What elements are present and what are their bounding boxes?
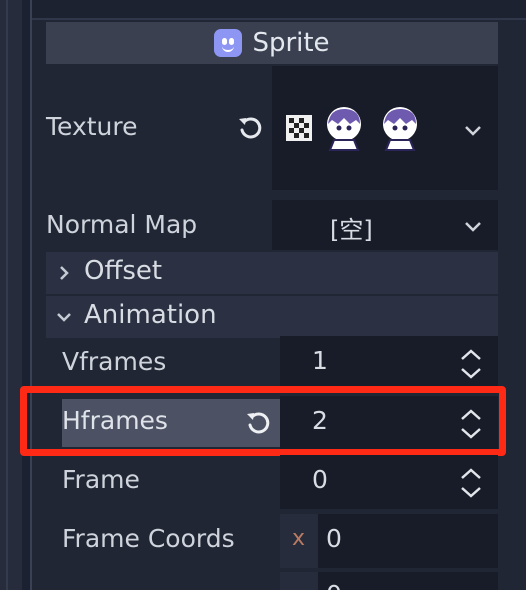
texture-label: Texture — [46, 112, 138, 141]
spin-arrows-icon[interactable] — [458, 467, 484, 499]
frame-coords-label: Frame Coords — [62, 524, 235, 553]
normal-map-value: [空] — [330, 216, 373, 244]
texture-preview[interactable] — [286, 104, 424, 152]
revert-icon[interactable] — [236, 113, 266, 143]
checker-icon — [286, 115, 312, 141]
chibi-frame-icon — [383, 107, 417, 151]
frame-coords-y-axis-tag — [280, 572, 318, 590]
frame-value: 0 — [312, 465, 328, 494]
frame-coords-x-value: 0 — [326, 524, 342, 553]
normal-map-label: Normal Map — [46, 210, 198, 239]
chevron-down-icon[interactable] — [462, 220, 484, 234]
chevron-right-icon — [60, 266, 69, 280]
chibi-frame-icon — [327, 107, 361, 151]
animation-section-label: Animation — [84, 300, 217, 330]
frame-coords-y-field[interactable]: 0 — [280, 572, 498, 590]
chevron-down-icon — [57, 313, 71, 322]
scene-panel-edge — [0, 0, 22, 590]
offset-section-header[interactable]: Offset — [46, 252, 498, 294]
frame-coords-y-value: 0 — [326, 580, 342, 590]
frame-label: Frame — [62, 465, 140, 494]
node-type-title: Sprite — [252, 28, 330, 58]
frame-spinbox[interactable]: 0 — [280, 455, 498, 509]
offset-section-label: Offset — [84, 256, 163, 286]
sprite-robot-icon — [214, 29, 243, 57]
vframes-value: 1 — [312, 346, 328, 375]
animation-section-header[interactable]: Animation — [46, 296, 498, 338]
chevron-down-icon[interactable] — [462, 124, 484, 138]
spin-arrows-icon[interactable] — [458, 348, 484, 380]
inspector-window: Sprite Texture Normal Map [空] Offset Ani… — [0, 0, 526, 590]
vframes-label: Vframes — [62, 347, 167, 376]
frame-coords-x-axis-tag: x — [280, 514, 318, 568]
inspector-toolbar-edge — [32, 0, 526, 20]
annotation-highlight-box — [20, 386, 506, 456]
node-type-header: Sprite — [46, 22, 498, 64]
vframes-spinbox[interactable]: 1 — [280, 336, 498, 390]
frame-coords-x-label: x — [292, 526, 306, 551]
